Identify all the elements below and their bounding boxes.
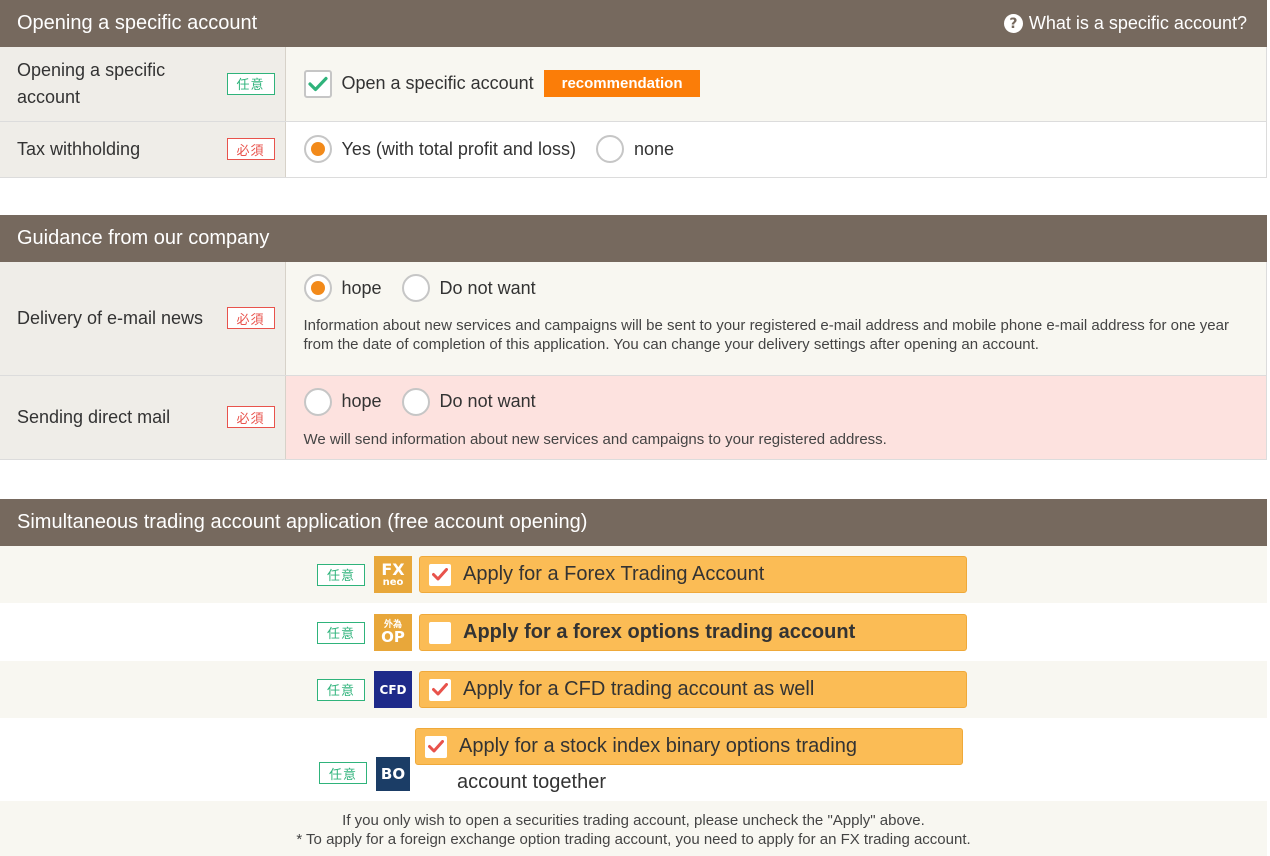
radio-label: Yes (with total profit and loss) <box>341 138 576 159</box>
section-header-guidance: Guidance from our company <box>0 215 1267 262</box>
check-icon <box>432 683 448 696</box>
fx-options-logo: 外為 OP <box>374 614 412 651</box>
check-icon <box>432 568 448 581</box>
specific-account-checkbox[interactable] <box>303 69 332 98</box>
apply-label: Apply for a stock index binary options t… <box>459 735 857 757</box>
trade-row-fx: 任意 FX neo Apply for a Forex Trading Acco… <box>0 546 1267 603</box>
radio-label: hope <box>341 391 382 411</box>
required-badge: 必須 <box>226 406 275 428</box>
optional-badge: 任意 <box>317 563 365 586</box>
direct-mail-hope-radio[interactable] <box>303 387 332 416</box>
row-label: Opening a specific account <box>17 59 166 107</box>
optional-badge: 任意 <box>319 762 367 784</box>
radio-label: hope <box>341 277 382 298</box>
trade-row-cfd: 任意 CFD Apply for a CFD trading account a… <box>0 661 1267 718</box>
apply-fx-checkbox[interactable] <box>429 563 451 586</box>
apply-binary-options-checkbox[interactable] <box>425 735 447 758</box>
email-news-note: Information about new services and campa… <box>303 317 1230 353</box>
direct-mail-do-not-want-radio[interactable] <box>401 387 430 416</box>
trade-row-binary-options: 任意 BO Apply for a stock index binary opt… <box>0 718 1267 801</box>
help-link-label: What is a specific account? <box>1028 13 1247 33</box>
trade-row-fx-options: 任意 外為 OP Apply for a forex options tradi… <box>0 603 1267 661</box>
apply-cfd-button[interactable]: Apply for a CFD trading account as well <box>419 671 967 708</box>
apply-binary-options-button[interactable]: Apply for a stock index binary options t… <box>415 728 963 765</box>
check-icon <box>307 76 328 91</box>
fx-neo-logo: FX neo <box>374 556 412 593</box>
recommendation-badge: recommendation <box>543 70 701 98</box>
section-header-simultaneous: Simultaneous trading account application… <box>0 499 1267 546</box>
radio-label: Do not want <box>439 277 536 298</box>
optional-badge: 任意 <box>317 621 365 644</box>
apply-label: Apply for a CFD trading account as well <box>463 678 815 700</box>
section-title: Simultaneous trading account application… <box>17 511 588 533</box>
section-header-specific-account: Opening a specific account ? What is a s… <box>0 0 1267 47</box>
row-label: Delivery of e-mail news <box>17 307 204 328</box>
row-direct-mail: Sending direct mail 必須 hope Do not want … <box>0 375 1267 460</box>
email-hope-radio[interactable] <box>303 274 332 302</box>
help-link-specific-account[interactable]: ? What is a specific account? <box>1003 13 1247 34</box>
email-do-not-want-radio[interactable] <box>401 274 430 302</box>
specific-account-form: Opening a specific account 任意 Open a spe… <box>0 47 1267 178</box>
apply-fx-options-checkbox[interactable] <box>429 621 451 644</box>
row-specific-account: Opening a specific account 任意 Open a spe… <box>0 47 1267 122</box>
row-tax-withholding: Tax withholding 必須 Yes (with total profi… <box>0 121 1267 178</box>
tax-yes-radio[interactable] <box>303 135 332 163</box>
section-title: Opening a specific account <box>17 12 258 34</box>
direct-mail-note: We will send information about new servi… <box>303 430 887 448</box>
apply-fx-button[interactable]: Apply for a Forex Trading Account <box>419 556 967 593</box>
apply-label: Apply for a forex options trading accoun… <box>463 621 856 643</box>
apply-cfd-checkbox[interactable] <box>429 678 451 701</box>
row-label: Sending direct mail <box>17 406 171 427</box>
check-icon <box>428 740 444 753</box>
optional-badge: 任意 <box>317 678 365 701</box>
cfd-logo: CFD <box>374 671 412 708</box>
row-email-news: Delivery of e-mail news 必須 hope Do not w… <box>0 262 1267 376</box>
row-label: Tax withholding <box>17 138 141 159</box>
question-icon: ? <box>1003 14 1023 33</box>
guidance-form: Delivery of e-mail news 必須 hope Do not w… <box>0 262 1267 460</box>
radio-label: none <box>633 138 674 159</box>
radio-label: Do not want <box>439 391 536 411</box>
apply-label-continued: account together <box>457 771 606 793</box>
tax-none-radio[interactable] <box>595 135 624 163</box>
section-title: Guidance from our company <box>17 227 270 249</box>
bo-logo: BO <box>376 757 410 791</box>
footnote-uncheck: If you only wish to open a securities tr… <box>342 812 925 829</box>
required-badge: 必須 <box>226 138 275 160</box>
checkbox-label: Open a specific account <box>341 73 534 94</box>
footnote-fx-requirement: * To apply for a foreign exchange option… <box>296 831 971 848</box>
required-badge: 必須 <box>226 307 275 330</box>
apply-fx-options-button[interactable]: Apply for a forex options trading accoun… <box>419 614 967 651</box>
apply-label: Apply for a Forex Trading Account <box>463 563 765 585</box>
optional-badge: 任意 <box>226 72 275 95</box>
